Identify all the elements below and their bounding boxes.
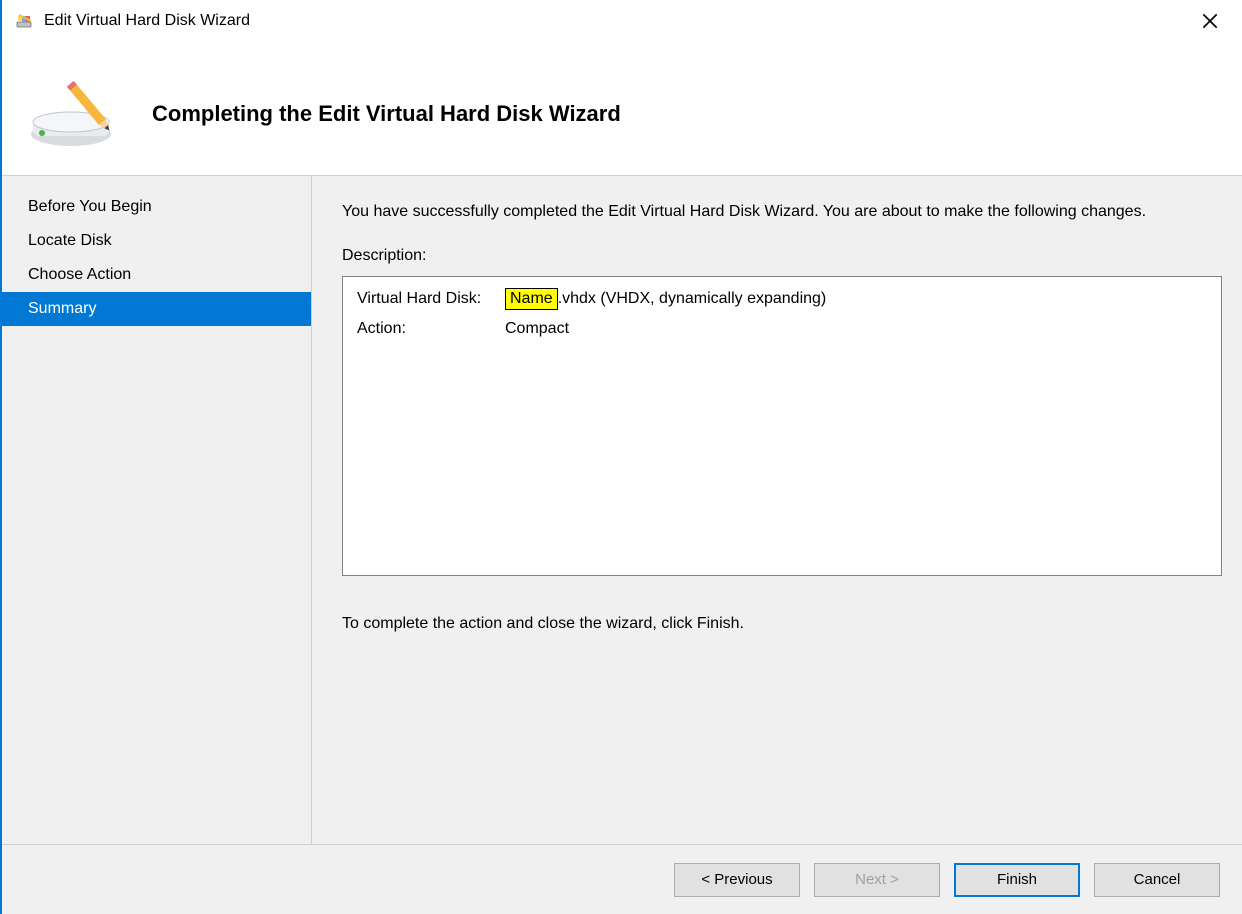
desc-vhd-label: Virtual Hard Disk: xyxy=(357,287,505,311)
content-pane: You have successfully completed the Edit… xyxy=(312,176,1242,844)
vhd-name-highlight: Name xyxy=(505,288,558,310)
instruction-text: To complete the action and close the wiz… xyxy=(342,612,1222,636)
desc-action-value: Compact xyxy=(505,317,569,341)
window-title: Edit Virtual Hard Disk Wizard xyxy=(44,12,1187,30)
desc-action-label: Action: xyxy=(357,317,505,341)
close-button[interactable] xyxy=(1187,6,1232,36)
vhd-suffix: .vhdx (VHDX, dynamically expanding) xyxy=(558,290,827,307)
description-label: Description: xyxy=(342,244,1222,268)
next-button: Next > xyxy=(814,863,940,897)
sidebar-item-locate-disk[interactable]: Locate Disk xyxy=(2,224,311,258)
intro-text: You have successfully completed the Edit… xyxy=(342,200,1222,224)
desc-vhd-value: Name.vhdx (VHDX, dynamically expanding) xyxy=(505,287,826,311)
page-title: Completing the Edit Virtual Hard Disk Wi… xyxy=(152,101,621,127)
finish-button[interactable]: Finish xyxy=(954,863,1080,897)
sidebar-item-summary[interactable]: Summary xyxy=(2,292,311,326)
cancel-button[interactable]: Cancel xyxy=(1094,863,1220,897)
sidebar-item-before-you-begin[interactable]: Before You Begin xyxy=(2,190,311,224)
close-icon xyxy=(1202,13,1218,29)
description-box: Virtual Hard Disk: Name.vhdx (VHDX, dyna… xyxy=(342,276,1222,576)
titlebar: Edit Virtual Hard Disk Wizard xyxy=(2,0,1242,36)
wizard-footer: < Previous Next > Finish Cancel xyxy=(2,844,1242,914)
wizard-body: Before You Begin Locate Disk Choose Acti… xyxy=(2,176,1242,844)
wizard-header: Completing the Edit Virtual Hard Disk Wi… xyxy=(2,36,1242,176)
desc-row-vhd: Virtual Hard Disk: Name.vhdx (VHDX, dyna… xyxy=(357,287,1207,311)
app-icon xyxy=(16,13,34,29)
desc-row-action: Action: Compact xyxy=(357,317,1207,341)
wizard-header-icon xyxy=(26,74,124,154)
previous-button[interactable]: < Previous xyxy=(674,863,800,897)
sidebar-item-choose-action[interactable]: Choose Action xyxy=(2,258,311,292)
sidebar-nav: Before You Begin Locate Disk Choose Acti… xyxy=(2,176,312,844)
